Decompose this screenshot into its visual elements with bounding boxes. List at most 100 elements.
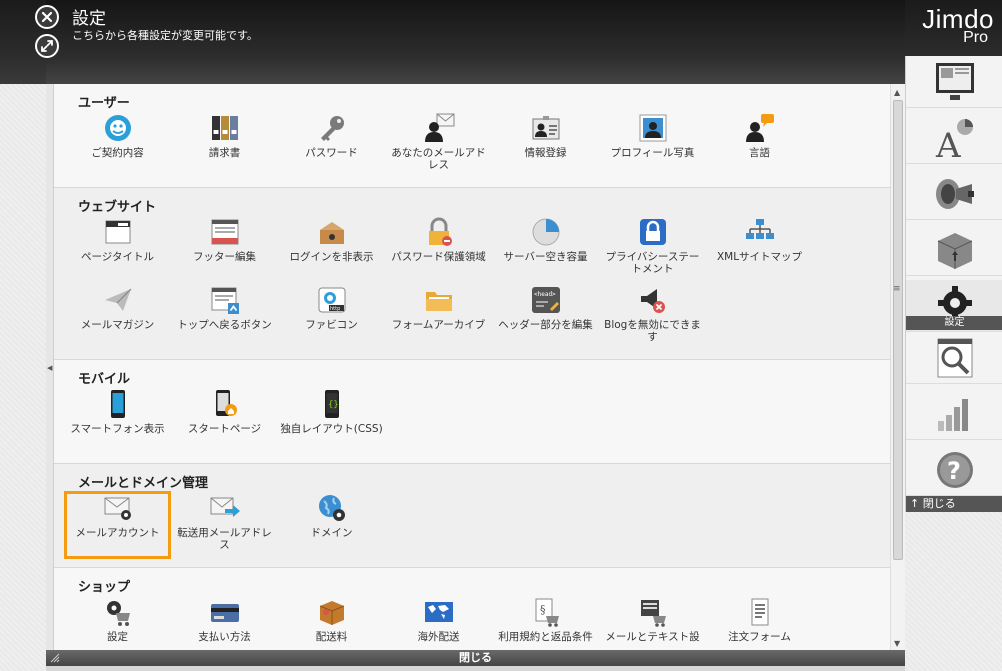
layout-monitor-icon [935, 62, 974, 100]
start-page-icon [208, 387, 242, 421]
close-icon[interactable] [35, 5, 59, 29]
settings-item-footer-edit[interactable]: フッター編集 [171, 215, 278, 283]
user-mail-icon [422, 111, 456, 145]
scroll-down-icon[interactable]: ▼ [894, 639, 900, 648]
settings-item-xml-sitemap[interactable]: XMLサイトマップ [706, 215, 813, 283]
cart-gear-icon [101, 595, 135, 629]
settings-item-language[interactable]: 言語 [706, 111, 813, 179]
svg-text:<head>: <head> [534, 291, 556, 298]
jimdo-logo: Jimdo Pro [922, 4, 994, 46]
privacy-lock-icon [636, 215, 670, 249]
login-hide-icon [315, 215, 349, 249]
globe-gear-icon [315, 491, 349, 525]
page-below-panel [46, 666, 905, 671]
settings-item-password-area[interactable]: パスワード保護領域 [385, 215, 492, 283]
settings-item-international-shipping[interactable]: 海外配送 [385, 595, 492, 650]
section-website: ウェブサイト ページタイトル フッター編集 ログインを非表示 パスワード保護領域… [54, 188, 890, 360]
box-icon [937, 232, 972, 269]
settings-item-order-form[interactable]: 注文フォーム [706, 595, 813, 650]
mail-gear-icon [101, 491, 135, 525]
megaphone-icon [935, 178, 974, 209]
settings-item-start-page[interactable]: スタートページ [171, 387, 278, 455]
register-cart-icon [636, 595, 670, 629]
settings-item-edit-header[interactable]: <head> ヘッダー部分を編集 [492, 283, 599, 351]
settings-item-css-layout[interactable]: {} 独自レイアウト(CSS) [278, 387, 385, 455]
right-sidebar: A 設定 ? ↑ 閉じる [905, 56, 1002, 512]
settings-item-newsletter[interactable]: メールマガジン [64, 283, 171, 351]
settings-item-password[interactable]: パスワード [278, 111, 385, 179]
bottom-close-bar[interactable]: 閉じる [46, 650, 905, 666]
section-user: ユーザー ご契約内容 請求書 パスワード あなたのメールアドレス 情報登録 プロ… [54, 84, 890, 188]
settings-item-form-archive[interactable]: フォームアーカイブ [385, 283, 492, 351]
settings-item-back-to-top[interactable]: トップへ戻るボタン [171, 283, 278, 351]
world-map-icon [422, 595, 456, 629]
panel-scrollbar[interactable]: ▲ ≡ ▼ [890, 84, 905, 650]
language-icon [743, 111, 777, 145]
sidebar-close-button[interactable]: ↑ 閉じる [906, 496, 1002, 512]
smartphone-icon [101, 387, 135, 421]
sidebar-item-style[interactable]: A [906, 112, 1002, 164]
sidebar-item-help[interactable]: ? [906, 444, 1002, 496]
back-to-top-icon [208, 283, 242, 317]
section-title-mobile: モバイル [78, 372, 131, 387]
folder-icon [422, 283, 456, 317]
scrollbar-thumb[interactable] [893, 100, 903, 560]
settings-item-privacy[interactable]: プライバシーステートメント [599, 215, 706, 283]
settings-item-mail-text[interactable]: メールとテキスト設 [599, 595, 706, 650]
settings-item-forward-address[interactable]: 転送用メールアドレス [171, 491, 278, 559]
sidebar-item-stats[interactable] [906, 388, 1002, 440]
scroll-up-icon[interactable]: ▲ [894, 88, 900, 97]
credit-card-icon [208, 595, 242, 629]
section-title-user: ユーザー [78, 96, 130, 111]
svg-text:http: http [330, 306, 340, 312]
settings-item-profile-photo[interactable]: プロフィール写真 [599, 111, 706, 179]
sidebar-item-layout[interactable] [906, 56, 1002, 108]
paper-plane-icon [101, 283, 135, 317]
svg-text:{}: {} [328, 400, 339, 410]
settings-item-user-email[interactable]: あなたのメールアドレス [385, 111, 492, 179]
settings-item-contract[interactable]: ご契約内容 [64, 111, 171, 179]
sitemap-icon [743, 215, 777, 249]
settings-item-favicon[interactable]: http ファビコン [278, 283, 385, 351]
settings-item-disable-blog[interactable]: Blogを無効にできます [599, 283, 706, 351]
sidebar-item-seo[interactable] [906, 332, 1002, 384]
page-subtitle: こちらから各種設定が変更可能です。 [72, 29, 258, 42]
favicon-icon: http [315, 283, 349, 317]
invoice-binders-icon [208, 111, 242, 145]
settings-item-invoice[interactable]: 請求書 [171, 111, 278, 179]
css-layout-icon: {} [315, 387, 349, 421]
bottom-close-label: 閉じる [459, 651, 492, 664]
settings-item-shipping-fee[interactable]: 配送料 [278, 595, 385, 650]
panel-left-edge: ◀ [46, 84, 54, 650]
settings-item-domain[interactable]: ドメイン [278, 491, 385, 559]
key-icon [315, 111, 349, 145]
profile-photo-icon [636, 111, 670, 145]
resize-handle-icon[interactable] [50, 653, 60, 663]
section-shop: ショップ 設定 支払い方法 配送料 海外配送 § 利用規約と返品条件 メールとテ… [54, 568, 890, 650]
scrollbar-grip-icon: ≡ [893, 284, 901, 294]
settings-item-page-title[interactable]: ページタイトル [64, 215, 171, 283]
head-code-icon: <head> [529, 283, 563, 317]
settings-item-payment[interactable]: 支払い方法 [171, 595, 278, 650]
blog-disable-icon [636, 283, 670, 317]
section-mail-domain: メールとドメイン管理 メールアカウント 転送用メールアドレス ドメイン [54, 464, 890, 568]
settings-item-terms-returns[interactable]: § 利用規約と返品条件 [492, 595, 599, 650]
section-title-website: ウェブサイト [78, 200, 157, 215]
sidebar-item-marketing[interactable] [906, 168, 1002, 220]
settings-item-hide-login[interactable]: ログインを非表示 [278, 215, 385, 283]
section-title-mail-domain: メールとドメイン管理 [78, 476, 209, 491]
settings-item-shop-settings[interactable]: 設定 [64, 595, 171, 650]
expand-icon[interactable] [35, 34, 59, 58]
svg-text:§: § [540, 603, 546, 616]
sidebar-item-apps[interactable] [906, 224, 1002, 276]
package-icon [315, 595, 349, 629]
contract-icon [101, 111, 135, 145]
id-card-icon [529, 111, 563, 145]
settings-item-mail-account[interactable]: メールアカウント [64, 491, 171, 559]
settings-item-smartphone-view[interactable]: スマートフォン表示 [64, 387, 171, 455]
settings-item-server-space[interactable]: サーバー空き容量 [492, 215, 599, 283]
collapse-left-icon[interactable]: ◀ [47, 364, 52, 372]
footer-edit-icon [208, 215, 242, 249]
settings-item-info-register[interactable]: 情報登録 [492, 111, 599, 179]
terms-cart-icon: § [529, 595, 563, 629]
